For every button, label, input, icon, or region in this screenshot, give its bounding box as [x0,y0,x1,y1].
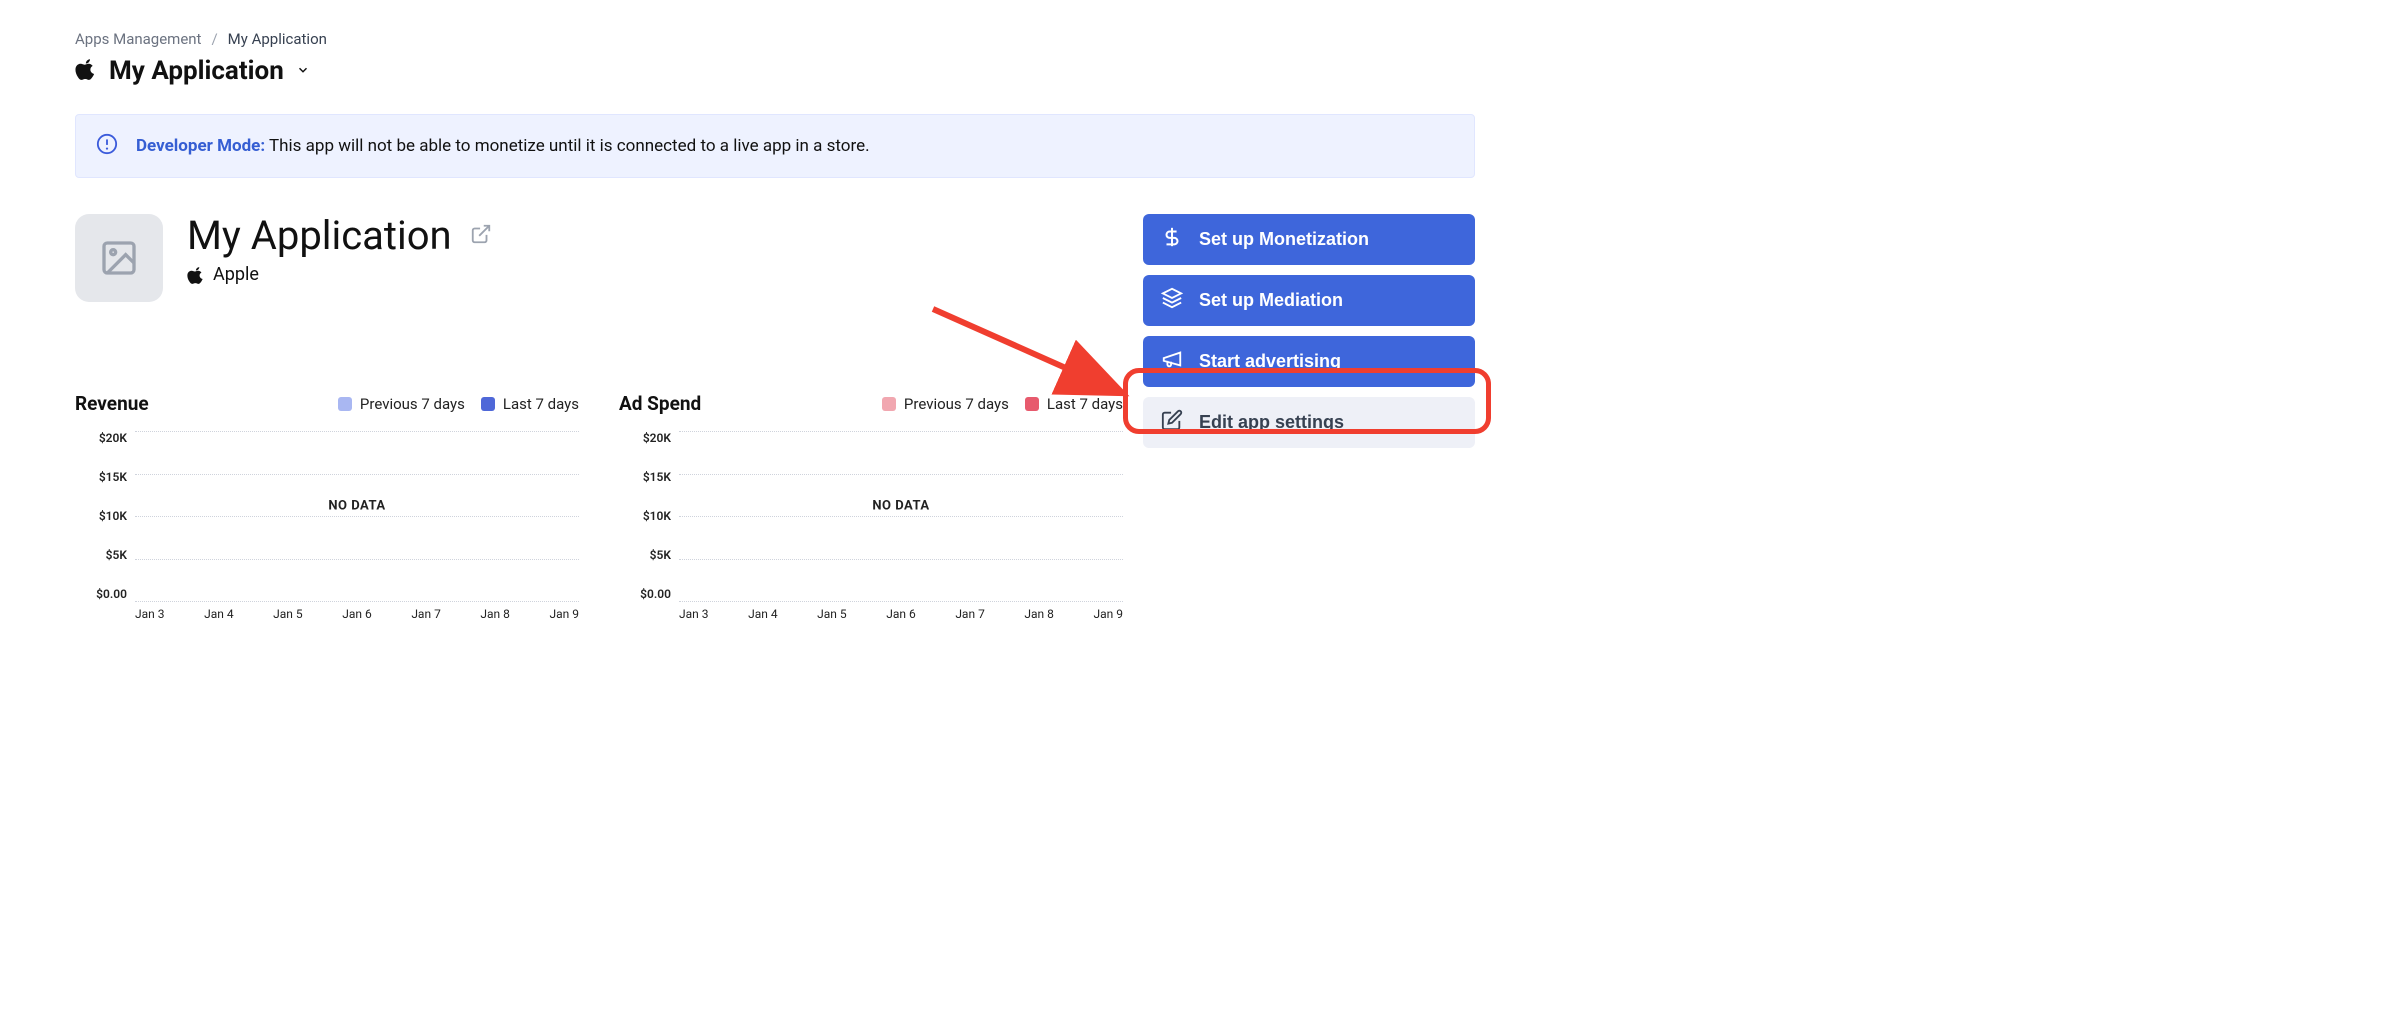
ytick: $20K [99,431,127,445]
layers-icon [1161,287,1183,314]
ytick: $20K [643,431,671,445]
external-link-icon[interactable] [470,223,492,249]
ytick: $5K [106,548,127,562]
developer-mode-alert: Developer Mode: This app will not be abl… [75,114,1475,178]
legend-last-label: Last 7 days [1047,395,1123,413]
legend-prev-label: Previous 7 days [360,395,465,413]
apple-icon [75,58,97,84]
revenue-yaxis: $20K $15K $10K $5K $0.00 [75,431,135,601]
adspend-xaxis: Jan 3 Jan 4 Jan 5 Jan 6 Jan 7 Jan 8 Jan … [679,607,1123,621]
button-label: Set up Monetization [1199,229,1369,250]
breadcrumb: Apps Management / My Application [75,30,1475,48]
button-label: Edit app settings [1199,412,1344,433]
xtick: Jan 6 [342,607,372,621]
ytick: $10K [643,509,671,523]
breadcrumb-current: My Application [228,30,327,48]
revenue-chart: Revenue Previous 7 days Last 7 days $20K… [75,392,579,621]
legend-prev-label: Previous 7 days [904,395,1009,413]
button-label: Start advertising [1199,351,1341,372]
xtick: Jan 9 [1093,607,1123,621]
page-title-row[interactable]: My Application [75,56,1475,86]
xtick: Jan 4 [204,607,234,621]
xtick: Jan 9 [549,607,579,621]
revenue-nodata: NO DATA [328,498,385,513]
app-name: My Application [187,214,452,258]
button-label: Set up Mediation [1199,290,1343,311]
xtick: Jan 7 [955,607,985,621]
swatch-spend-prev [882,397,896,411]
xtick: Jan 7 [411,607,441,621]
platform-name: Apple [213,264,259,285]
page-title: My Application [109,56,284,86]
actions-panel: Set up Monetization Set up Mediation Sta… [1143,214,1475,448]
adspend-plot: NO DATA [679,431,1123,601]
alert-text: Developer Mode: This app will not be abl… [136,136,870,156]
swatch-revenue-last [481,397,495,411]
ytick: $10K [99,509,127,523]
platform-label: Apple [187,264,492,285]
adspend-yaxis: $20K $15K $10K $5K $0.00 [619,431,679,601]
swatch-revenue-prev [338,397,352,411]
revenue-plot: NO DATA [135,431,579,601]
setup-mediation-button[interactable]: Set up Mediation [1143,275,1475,326]
app-icon-placeholder [75,214,163,302]
info-icon [96,133,118,159]
xtick: Jan 5 [273,607,303,621]
ytick: $0.00 [96,587,127,601]
edit-icon [1161,409,1183,436]
xtick: Jan 8 [1024,607,1054,621]
xtick: Jan 6 [886,607,916,621]
chevron-down-icon[interactable] [296,62,310,81]
edit-app-settings-button[interactable]: Edit app settings [1143,397,1475,448]
alert-prefix: Developer Mode: [136,136,265,156]
swatch-spend-last [1025,397,1039,411]
xtick: Jan 4 [748,607,778,621]
megaphone-icon [1161,348,1183,375]
ytick: $15K [99,470,127,484]
dollar-icon [1161,226,1183,253]
adspend-nodata: NO DATA [872,498,929,513]
ytick: $0.00 [640,587,671,601]
app-header: My Application Apple [75,214,1123,302]
ytick: $5K [650,548,671,562]
breadcrumb-separator: / [211,30,217,48]
xtick: Jan 3 [679,607,709,621]
adspend-legend: Previous 7 days Last 7 days [882,395,1123,413]
alert-message: This app will not be able to monetize un… [269,136,870,156]
revenue-legend: Previous 7 days Last 7 days [338,395,579,413]
start-advertising-button[interactable]: Start advertising [1143,336,1475,387]
setup-monetization-button[interactable]: Set up Monetization [1143,214,1475,265]
xtick: Jan 8 [480,607,510,621]
adspend-chart: Ad Spend Previous 7 days Last 7 days $20… [619,392,1123,621]
breadcrumb-parent[interactable]: Apps Management [75,30,201,48]
xtick: Jan 3 [135,607,165,621]
revenue-xaxis: Jan 3 Jan 4 Jan 5 Jan 6 Jan 7 Jan 8 Jan … [135,607,579,621]
legend-last-label: Last 7 days [503,395,579,413]
adspend-title: Ad Spend [619,392,701,415]
ytick: $15K [643,470,671,484]
revenue-title: Revenue [75,392,149,415]
xtick: Jan 5 [817,607,847,621]
